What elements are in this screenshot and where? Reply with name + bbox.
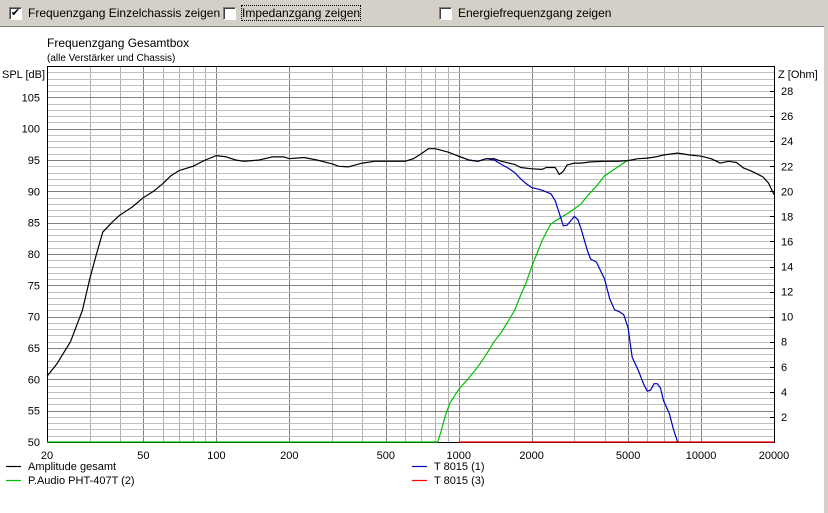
- y-tick-label: 65: [28, 343, 40, 355]
- checkbox-box[interactable]: [223, 6, 236, 20]
- checkbox-energiefrequenzgang[interactable]: Energiefrequenzgang zeigen: [439, 5, 611, 21]
- x-tick-label: 200: [280, 450, 298, 462]
- y2-tick-label: 26: [781, 111, 793, 123]
- checkbox-label: Energiefrequenzgang zeigen: [458, 6, 612, 20]
- checkmark-icon: ✔: [10, 6, 21, 19]
- y-tick-label: 75: [28, 280, 40, 292]
- y2-tick-label: 24: [781, 136, 793, 148]
- y-tick-label: 95: [28, 155, 40, 167]
- checkbox-impedanzgang[interactable]: Impedanzgang zeigen: [223, 5, 362, 21]
- plot-panel: Frequenzgang Gesamtbox (alle Verstärker …: [0, 26, 824, 513]
- y2-tick-label: 14: [781, 262, 793, 274]
- x-tick-label: 10000: [686, 450, 717, 462]
- x-tick-label: 500: [377, 450, 395, 462]
- y2-tick-label: 12: [781, 287, 793, 299]
- y-tick-label: 50: [28, 437, 40, 449]
- legend-label: P.Audio PHT-407T (2): [28, 475, 135, 487]
- legend-label: Amplitude gesamt: [28, 461, 116, 473]
- y2-tick-label: 10: [781, 312, 793, 324]
- checkbox-box[interactable]: ✔: [9, 6, 22, 20]
- y2-tick-label: 22: [781, 161, 793, 173]
- chart-subtitle: (alle Verstärker und Chassis): [47, 53, 175, 64]
- y2-tick-label: 4: [781, 387, 787, 399]
- options-toolbar: ✔ Frequenzgang Einzelchassis zeigen Impe…: [0, 0, 828, 26]
- y-tick-label: 70: [28, 312, 40, 324]
- x-tick-label: 5000: [616, 450, 640, 462]
- y2-tick-label: 20: [781, 186, 793, 198]
- grid: [47, 66, 775, 442]
- x-tick-label: 20000: [759, 450, 790, 462]
- y2-tick-label: 2: [781, 412, 787, 424]
- checkbox-frequenzgang-einzelchassis[interactable]: ✔ Frequenzgang Einzelchassis zeigen: [9, 5, 220, 21]
- y2-tick-label: 18: [781, 211, 793, 223]
- y2-tick-label: 28: [781, 86, 793, 98]
- series-line-p-audio-pht-407t-2: [47, 159, 629, 443]
- y-tick-label: 105: [22, 92, 40, 104]
- legend: Amplitude gesamt T 8015 (1) P.Audio PHT-40…: [6, 461, 485, 487]
- y-tick-label: 100: [22, 124, 40, 136]
- checkbox-box[interactable]: [439, 6, 452, 20]
- x-tick-label: 2000: [519, 450, 543, 462]
- y2-tick-label: 6: [781, 362, 787, 374]
- y2-tick-label: 16: [781, 236, 793, 248]
- y-axis-label: SPL [dB]: [2, 69, 45, 81]
- frequency-response-chart: Frequenzgang Gesamtbox (alle Verstärker …: [2, 36, 818, 487]
- legend-label: T 8015 (3): [434, 475, 485, 487]
- y-tick-label: 90: [28, 186, 40, 198]
- y-tick-label: 80: [28, 249, 40, 261]
- y-tick-label: 85: [28, 218, 40, 230]
- x-tick-label: 50: [137, 450, 149, 462]
- checkbox-label: Impedanzgang zeigen: [240, 5, 362, 21]
- y2-axis-label: Z [Ohm]: [778, 69, 818, 81]
- y-tick-label: 55: [28, 406, 40, 418]
- checkbox-label: Frequenzgang Einzelchassis zeigen: [28, 6, 221, 20]
- series-line-t-8015-1: [458, 155, 679, 443]
- axes: 20 50 100 200 500 1000 2000 5000 10000 2000050556…: [22, 66, 793, 462]
- window-edge: [824, 26, 828, 512]
- y-tick-label: 60: [28, 374, 40, 386]
- legend-label: T 8015 (1): [434, 461, 485, 473]
- x-tick-label: 100: [207, 450, 225, 462]
- chart-title: Frequenzgang Gesamtbox: [47, 36, 189, 50]
- y2-tick-label: 8: [781, 337, 787, 349]
